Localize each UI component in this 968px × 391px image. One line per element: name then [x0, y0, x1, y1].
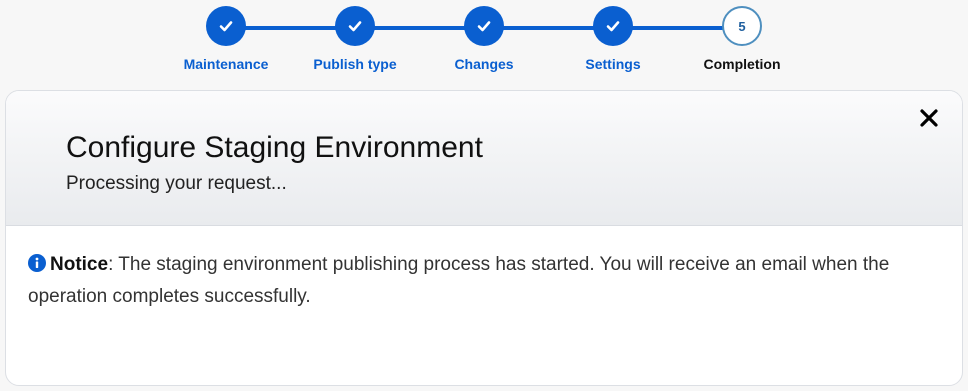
step-changes[interactable]: Changes [414, 6, 554, 72]
step-label: Publish type [313, 56, 397, 72]
notice-message: Notice: The staging environment publishi… [28, 250, 940, 312]
step-label: Completion [703, 56, 781, 72]
staging-dialog: Configure Staging Environment Processing… [5, 90, 963, 386]
dialog-title: Configure Staging Environment [66, 131, 483, 164]
step-label: Maintenance [183, 56, 269, 72]
dialog-header: Configure Staging Environment Processing… [6, 91, 962, 226]
check-icon [348, 21, 362, 32]
step-maintenance[interactable]: Maintenance [156, 6, 296, 72]
close-button[interactable] [916, 105, 942, 131]
step-label: Changes [454, 56, 514, 72]
step-label: Settings [585, 56, 641, 72]
step-completion: 5 Completion [672, 6, 812, 72]
progress-stepper: Maintenance Publish type Changes Setting… [0, 0, 968, 90]
step-publish-type[interactable]: Publish type [285, 6, 425, 72]
step-complete-circle [335, 6, 375, 46]
step-complete-circle [206, 6, 246, 46]
close-icon[interactable] [916, 105, 942, 131]
notice-text: : The staging environment publishing pro… [28, 254, 890, 307]
dialog-subtitle: Processing your request... [66, 173, 287, 194]
check-icon [219, 21, 233, 32]
step-current-circle: 5 [722, 6, 762, 46]
notice-label: Notice [50, 254, 109, 275]
check-icon [477, 21, 491, 32]
info-icon [28, 252, 46, 282]
step-complete-circle [464, 6, 504, 46]
step-complete-circle [593, 6, 633, 46]
check-icon [606, 21, 620, 32]
dialog-body: Notice: The staging environment publishi… [6, 226, 962, 312]
step-settings[interactable]: Settings [543, 6, 683, 72]
